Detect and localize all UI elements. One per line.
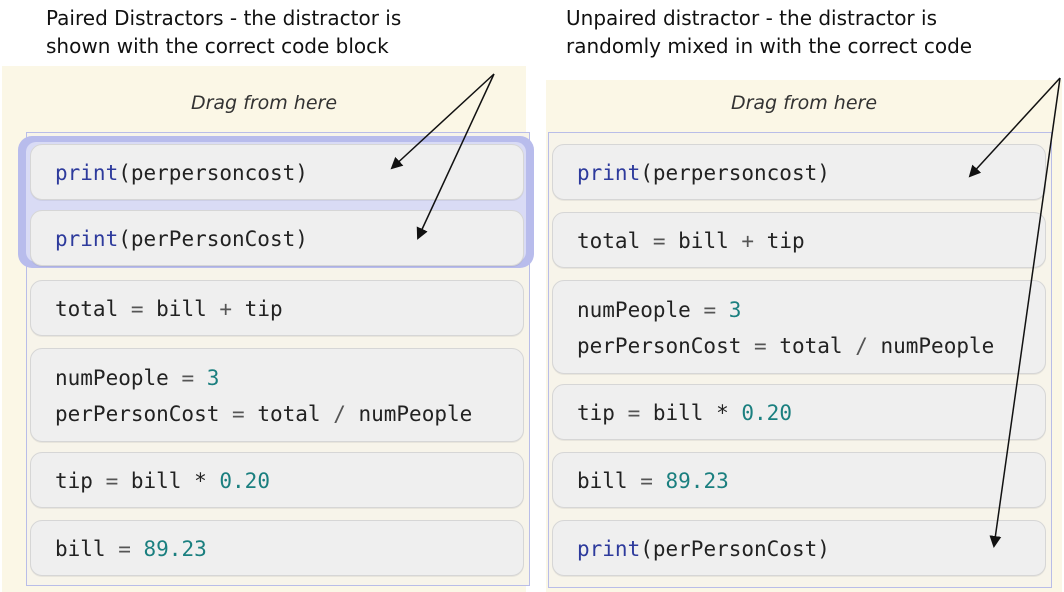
- arrow-to-paired-distractor: [390, 73, 495, 170]
- arrow-to-paired-correct: [416, 73, 495, 240]
- annotation-arrows: [390, 73, 1061, 548]
- arrow-to-unpaired-correct: [989, 77, 1061, 548]
- arrow-to-unpaired-distractor: [968, 77, 1061, 178]
